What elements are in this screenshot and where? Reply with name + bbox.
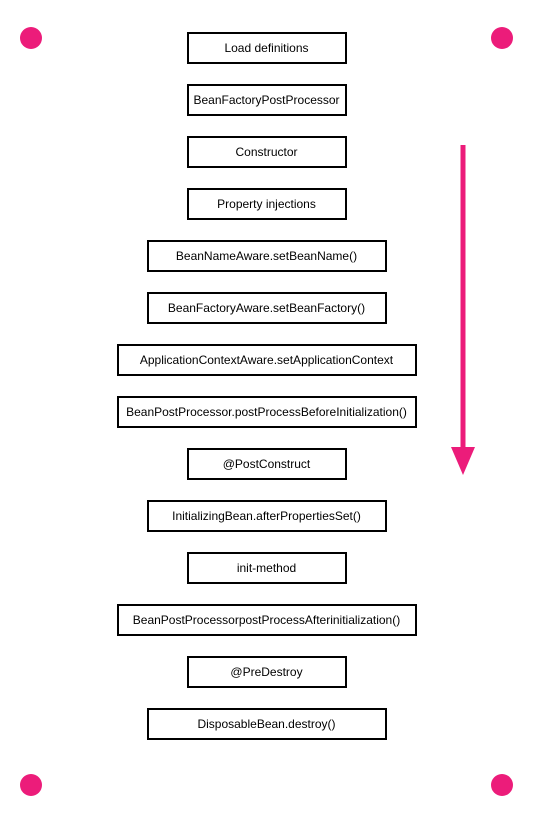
step-post-construct: @PostConstruct <box>187 448 347 480</box>
step-label: BeanPostProcessor.postProcessBeforeIniti… <box>126 405 407 419</box>
step-label: Constructor <box>235 145 297 159</box>
step-bean-name-aware: BeanNameAware.setBeanName() <box>147 240 387 272</box>
step-label: Property injections <box>217 197 316 211</box>
step-label: @PreDestroy <box>230 665 302 679</box>
step-label: InitializingBean.afterPropertiesSet() <box>172 509 361 523</box>
step-constructor: Constructor <box>187 136 347 168</box>
step-property-injections: Property injections <box>187 188 347 220</box>
step-label: BeanFactoryPostProcessor <box>193 93 339 107</box>
step-post-process-before-init: BeanPostProcessor.postProcessBeforeIniti… <box>117 396 417 428</box>
step-pre-destroy: @PreDestroy <box>187 656 347 688</box>
step-bean-factory-post-processor: BeanFactoryPostProcessor <box>187 84 347 116</box>
step-label: BeanNameAware.setBeanName() <box>176 249 357 263</box>
step-post-process-after-init: BeanPostProcessorpostProcessAfterinitial… <box>117 604 417 636</box>
step-bean-factory-aware: BeanFactoryAware.setBeanFactory() <box>147 292 387 324</box>
step-load-definitions: Load definitions <box>187 32 347 64</box>
step-label: BeanPostProcessorpostProcessAfterinitial… <box>133 613 400 627</box>
corner-dot-bottom-left <box>20 774 42 796</box>
step-label: ApplicationContextAware.setApplicationCo… <box>140 353 393 367</box>
step-label: BeanFactoryAware.setBeanFactory() <box>168 301 365 315</box>
step-label: DisposableBean.destroy() <box>197 717 335 731</box>
corner-dot-bottom-right <box>491 774 513 796</box>
step-disposable-bean-destroy: DisposableBean.destroy() <box>147 708 387 740</box>
step-after-properties-set: InitializingBean.afterPropertiesSet() <box>147 500 387 532</box>
arrow-shaft <box>461 145 466 450</box>
step-label: Load definitions <box>224 41 308 55</box>
step-application-context-aware: ApplicationContextAware.setApplicationCo… <box>117 344 417 376</box>
step-label: @PostConstruct <box>223 457 311 471</box>
flow-arrow <box>453 145 473 475</box>
step-init-method: init-method <box>187 552 347 584</box>
arrow-head-icon <box>451 447 475 475</box>
step-label: init-method <box>237 561 296 575</box>
